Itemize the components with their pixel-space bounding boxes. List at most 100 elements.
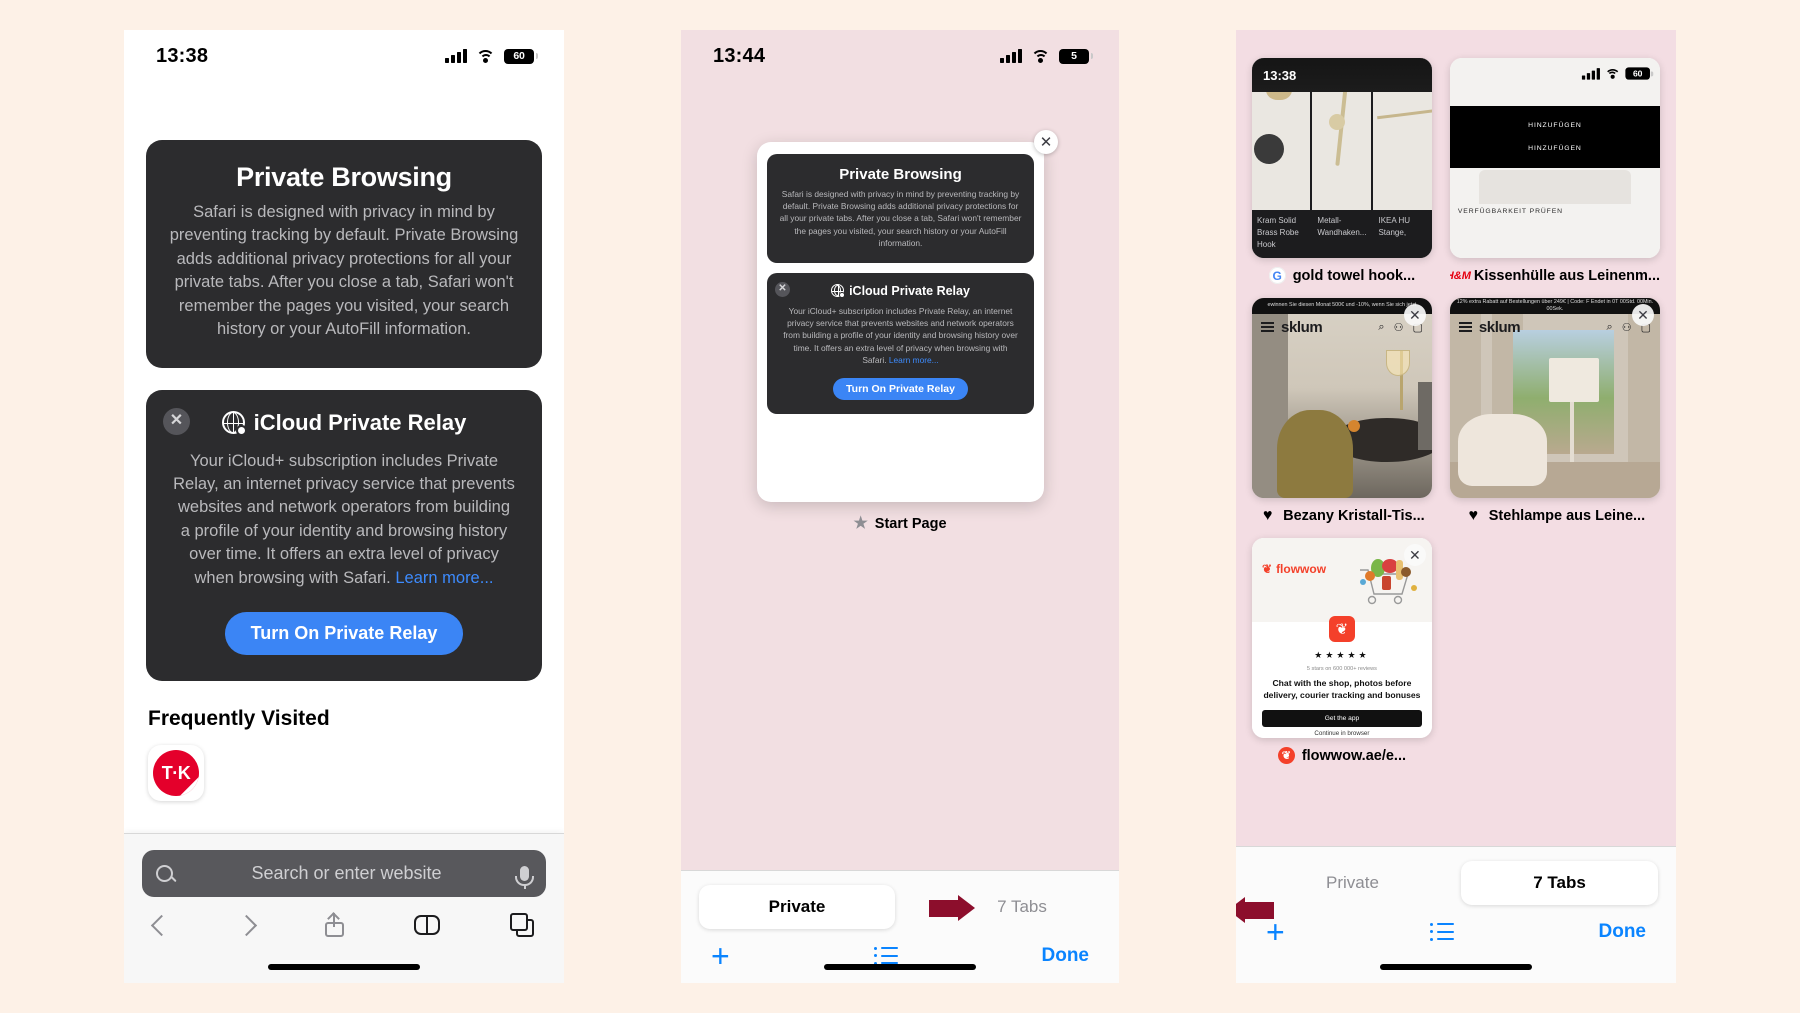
- close-tab-icon[interactable]: ✕: [1403, 304, 1426, 326]
- tab-card-flowwow[interactable]: ❦ flowwow ❦ ★★★★★ 5 stars on 600 000+ re…: [1252, 538, 1432, 764]
- cellular-signal-icon: [1582, 67, 1600, 79]
- tab-card-google[interactable]: Kram Solid Brass Robe Hook Metall-Wandha…: [1252, 58, 1432, 284]
- tab-thumbnail[interactable]: Kram Solid Brass Robe Hook Metall-Wandha…: [1252, 58, 1432, 258]
- account-icon[interactable]: ⚇: [1622, 321, 1632, 334]
- tab-preview-card[interactable]: ✕ Private Browsing Safari is designed wi…: [757, 130, 1058, 502]
- tab-card-sklum-table[interactable]: ewinnen Sie diesen Monat 500€ und -10%, …: [1252, 298, 1432, 524]
- sklum-logo: sklum: [1281, 318, 1323, 336]
- tabs-icon[interactable]: [510, 913, 534, 937]
- tab-label-row: ♥ Bezany Kristall-Tis...: [1252, 507, 1432, 524]
- done-button[interactable]: Done: [1599, 921, 1647, 943]
- segment-private[interactable]: Private: [1254, 861, 1451, 905]
- relay-body: Your iCloud+ subscription includes Priva…: [781, 305, 1020, 366]
- promo-banner: 12% extra Rabatt auf Bestellungen über 2…: [1449, 298, 1660, 314]
- tk-maxx-icon: T·K: [153, 750, 199, 797]
- tab-thumbnail[interactable]: HINZUFÜGEN HINZUFÜGEN VERFÜGBARKEIT PRÜF…: [1449, 58, 1660, 258]
- battery-level: 60: [513, 50, 525, 62]
- close-icon[interactable]: ✕: [775, 281, 790, 297]
- star-icon: ★: [853, 515, 868, 532]
- tab-title: flowwow.ae/e...: [1301, 747, 1407, 764]
- home-indicator: [1380, 964, 1532, 970]
- back-button[interactable]: [150, 914, 173, 936]
- frequently-visited-title: Frequently Visited: [148, 707, 330, 731]
- close-tab-icon[interactable]: ✕: [1632, 304, 1654, 326]
- search-icon[interactable]: ⌕: [1378, 321, 1384, 334]
- tab-label-row: ♥ Stehlampe aus Leine...: [1450, 507, 1660, 524]
- done-button[interactable]: Done: [1042, 945, 1090, 967]
- close-tab-icon[interactable]: ✕: [1034, 130, 1058, 154]
- globe-lock-icon: [221, 411, 247, 437]
- google-icon: G: [1268, 267, 1286, 284]
- segment-private-label: Private: [768, 897, 826, 916]
- icloud-private-relay-card: ✕ iCloud Private Relay Your iCloud+ subs…: [146, 389, 542, 682]
- segment-tabs[interactable]: 7 Tabs: [905, 885, 1101, 929]
- microphone-icon[interactable]: [515, 866, 534, 889]
- tk-label: T·K: [161, 762, 191, 783]
- close-icon[interactable]: ✕: [163, 407, 190, 435]
- relay-heading: iCloud Private Relay: [172, 410, 516, 437]
- phone-panel-start-page: 13:38 60 Private Browsing Safari is desi…: [124, 30, 564, 983]
- tab-thumbnail[interactable]: 12% extra Rabatt auf Bestellungen über 2…: [1449, 298, 1660, 498]
- tab-title: Bezany Kristall-Tis...: [1283, 507, 1425, 524]
- tab-card-sklum-lamp[interactable]: 12% extra Rabatt auf Bestellungen über 2…: [1449, 298, 1660, 524]
- tab-list-icon[interactable]: [1429, 922, 1454, 941]
- turn-on-private-relay-button[interactable]: Turn On Private Relay: [224, 612, 464, 656]
- close-tab-icon[interactable]: ✕: [1403, 544, 1426, 566]
- phone-panel-tab-grid: Kram Solid Brass Robe Hook Metall-Wandha…: [1236, 30, 1676, 983]
- tab-overview-bottom-bar: Private 7 Tabs + Done: [681, 870, 1119, 983]
- tab-title: Kissenhülle aus Leinenm...: [1473, 267, 1660, 284]
- status-clock: 13:38: [156, 44, 209, 67]
- forward-button[interactable]: [236, 914, 258, 936]
- overlay-clock: 13:38: [1252, 58, 1432, 92]
- segment-tabs-label: 7 Tabs: [1533, 873, 1586, 892]
- continue-in-browser-link[interactable]: Continue in browser: [1252, 730, 1432, 737]
- status-bar-panel1: 13:38 60: [124, 30, 564, 82]
- tulip-icon: ❦: [1262, 562, 1273, 576]
- tab-list-icon[interactable]: [873, 946, 898, 965]
- add-button-2[interactable]: HINZUFÜGEN: [1528, 145, 1582, 152]
- tab-thumbnail[interactable]: ewinnen Sie diesen Monat 500€ und -10%, …: [1252, 298, 1432, 498]
- rating-stars: ★★★★★: [1314, 650, 1370, 660]
- segment-tabs[interactable]: 7 Tabs: [1461, 861, 1658, 905]
- menu-icon[interactable]: [1458, 320, 1472, 335]
- icloud-private-relay-card: ✕ iCloud Private Relay Your iCloud+ subs…: [767, 272, 1034, 414]
- tab-card-hm[interactable]: HINZUFÜGEN HINZUFÜGEN VERFÜGBARKEIT PRÜF…: [1449, 58, 1660, 284]
- add-button-1[interactable]: HINZUFÜGEN: [1528, 122, 1582, 129]
- get-the-app-button[interactable]: Get the app: [1262, 710, 1422, 727]
- share-icon[interactable]: [324, 912, 344, 937]
- thumb-status-indicators: 60: [1582, 66, 1654, 80]
- phone-panel-tab-overview: 13:44 5 ✕ Private Browsing Safari is des…: [681, 30, 1119, 983]
- result-caption: IKEA HU Stange,: [1378, 216, 1411, 237]
- tab-thumbnail[interactable]: ❦ flowwow ❦ ★★★★★ 5 stars on 600 000+ re…: [1252, 538, 1432, 738]
- turn-on-private-relay-button[interactable]: Turn On Private Relay: [833, 377, 968, 400]
- segment-private[interactable]: Private: [699, 885, 895, 929]
- relay-title: iCloud Private Relay: [849, 283, 970, 298]
- search-icon[interactable]: ⌕: [1607, 321, 1613, 334]
- app-icon: ❦: [1328, 616, 1355, 642]
- sklum-logo: sklum: [1478, 318, 1521, 336]
- tab-title: gold towel hook...: [1292, 267, 1416, 284]
- result-caption: Metall-Wandhaken...: [1317, 216, 1367, 237]
- battery-icon: 5: [1059, 48, 1093, 64]
- frequently-visited-tile[interactable]: T·K: [148, 745, 204, 802]
- segment-tabs-label: 7 Tabs: [997, 897, 1047, 916]
- learn-more-link[interactable]: Learn more...: [395, 569, 493, 587]
- private-browsing-body: Safari is designed with privacy in mind …: [169, 203, 519, 339]
- new-tab-button[interactable]: +: [711, 940, 730, 972]
- bookmarks-icon[interactable]: [413, 915, 440, 935]
- learn-more-link[interactable]: Learn more...: [889, 355, 939, 365]
- menu-icon[interactable]: [1261, 320, 1274, 335]
- wifi-icon: [1031, 49, 1050, 63]
- tab-title-row: ★ Start Page: [681, 515, 1119, 533]
- search-placeholder: Search or enter website: [251, 863, 442, 883]
- battery-icon: 60: [504, 48, 538, 64]
- start-page-content: Private Browsing Safari is designed with…: [124, 140, 564, 802]
- battery-icon: 60: [1625, 66, 1654, 80]
- account-icon[interactable]: ⚇: [1394, 321, 1404, 334]
- address-bar[interactable]: Search or enter website: [142, 850, 546, 897]
- flowwow-wordmark: flowwow: [1276, 562, 1327, 576]
- private-browsing-title: Private Browsing: [839, 166, 962, 183]
- heart-icon: ♥: [1468, 507, 1479, 524]
- tab-label-row: H&M Kissenhülle aus Leinenm...: [1450, 267, 1660, 284]
- availability-label: VERFÜGBARKEIT PRÜFEN: [1457, 208, 1563, 215]
